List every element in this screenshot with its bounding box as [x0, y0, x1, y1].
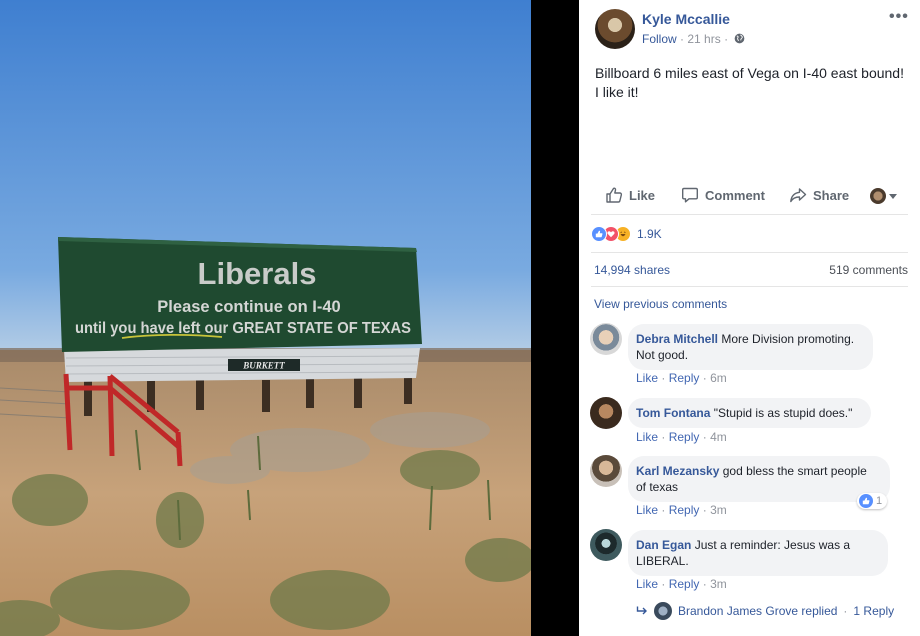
comments-count[interactable]: 519 comments [829, 263, 908, 277]
reaction-count[interactable]: 1.9K [637, 227, 662, 241]
billboard-photo: BURKETT Liberals Please continue on I-40… [0, 0, 531, 636]
comment-reply-link[interactable]: Reply [669, 577, 700, 591]
reply-summary-text: Brandon James Grove replied [678, 604, 838, 618]
divider [591, 214, 908, 215]
comment-like-link[interactable]: Like [636, 430, 658, 444]
billboard-title: Liberals [198, 256, 317, 291]
meta-dot: · [680, 32, 685, 46]
separator-dot: · [843, 604, 848, 618]
share-button[interactable]: Share [789, 186, 849, 204]
comment-actions: Like · Reply · 4m [636, 430, 727, 444]
thumbs-up-icon [606, 187, 623, 203]
comment-actions: Like · Reply · 6m [636, 371, 727, 385]
post-text: Billboard 6 miles east of Vega on I-40 e… [595, 65, 904, 100]
comment-icon [682, 187, 698, 203]
post-panel: Kyle Mccallie Follow · 21 hrs · ••• Bill… [579, 0, 920, 636]
commenter-avatar[interactable] [590, 455, 622, 487]
commenter-name[interactable]: Karl Mezansky [636, 464, 719, 478]
comment-like-link[interactable]: Like [636, 503, 658, 517]
comment-text: "Stupid is as stupid does." [713, 406, 853, 420]
separator-dot: · [702, 577, 707, 591]
comment-time[interactable]: 3m [710, 503, 727, 517]
view-replies-link[interactable]: Brandon James Grove replied · 1 Reply [636, 602, 894, 620]
comment-actions: Like · Reply · 3m [636, 577, 727, 591]
separator-dot: · [661, 577, 666, 591]
separator-dot: · [661, 371, 666, 385]
photo-viewer-gutter [531, 0, 579, 636]
billboard-brand: BURKETT [242, 361, 285, 371]
comment-time[interactable]: 4m [710, 430, 727, 444]
like-reaction-icon [859, 494, 873, 508]
reactions-summary[interactable]: 1.9K [591, 226, 662, 242]
shares-count[interactable]: 14,994 shares [594, 263, 670, 277]
author-avatar[interactable] [595, 9, 635, 49]
meta-dot: · [724, 32, 729, 46]
post-as-selector[interactable] [870, 188, 897, 204]
comment-like-link[interactable]: Like [636, 577, 658, 591]
like-button[interactable]: Like [605, 186, 655, 204]
comment-time[interactable]: 6m [710, 371, 727, 385]
separator-dot: · [661, 503, 666, 517]
comment-reaction-badge[interactable]: 1 [857, 493, 888, 509]
commenter-name[interactable]: Debra Mitchell [636, 332, 718, 346]
separator-dot: · [702, 371, 707, 385]
post-meta: Follow · 21 hrs · [642, 32, 745, 46]
replier-avatar [654, 602, 672, 620]
current-user-avatar [870, 188, 886, 204]
comment-label: Comment [705, 187, 765, 203]
divider [591, 252, 908, 253]
share-arrow-icon [790, 188, 807, 203]
reply-count-link[interactable]: 1 Reply [853, 604, 894, 618]
like-label: Like [629, 187, 656, 203]
comment-actions: Like · Reply · 3m [636, 503, 727, 517]
post-photo[interactable]: BURKETT Liberals Please continue on I-40… [0, 0, 531, 636]
comment-reaction-count: 1 [876, 495, 883, 507]
follow-link[interactable]: Follow [642, 32, 677, 46]
share-label: Share [813, 187, 850, 203]
comment-button[interactable]: Comment [681, 186, 765, 204]
comment-time[interactable]: 3m [710, 577, 727, 591]
commenter-name[interactable]: Dan Egan [636, 538, 691, 552]
separator-dot: · [702, 430, 707, 444]
globe-icon[interactable] [734, 33, 745, 44]
more-options-icon[interactable]: ••• [889, 8, 909, 26]
commenter-avatar[interactable] [590, 323, 622, 355]
comment-like-link[interactable]: Like [636, 371, 658, 385]
comment-bubble: Karl Mezansky god bless the smart people… [628, 456, 890, 502]
comment-reply-link[interactable]: Reply [669, 371, 700, 385]
separator-dot: · [661, 430, 666, 444]
reply-arrow-icon [636, 606, 647, 615]
comment-reply-link[interactable]: Reply [669, 503, 700, 517]
comment-reply-link[interactable]: Reply [669, 430, 700, 444]
post-time[interactable]: 21 hrs [687, 32, 720, 46]
commenter-avatar[interactable] [590, 397, 622, 429]
divider [591, 286, 908, 287]
chevron-down-icon [889, 193, 897, 199]
commenter-name[interactable]: Tom Fontana [636, 406, 710, 420]
commenter-avatar[interactable] [590, 529, 622, 561]
comment-bubble: Dan Egan Just a reminder: Jesus was a LI… [628, 530, 888, 576]
comment-bubble: Debra Mitchell More Division promoting. … [628, 324, 873, 370]
view-previous-comments-link[interactable]: View previous comments [594, 297, 727, 311]
author-name[interactable]: Kyle Mccallie [642, 11, 730, 27]
like-reaction-icon [591, 226, 607, 242]
billboard-line-1: Please continue on I-40 [157, 298, 340, 316]
comment-bubble: Tom Fontana "Stupid is as stupid does." [628, 398, 871, 428]
billboard-line-2: until you have left our GREAT STATE OF T… [75, 320, 411, 337]
separator-dot: · [702, 503, 707, 517]
